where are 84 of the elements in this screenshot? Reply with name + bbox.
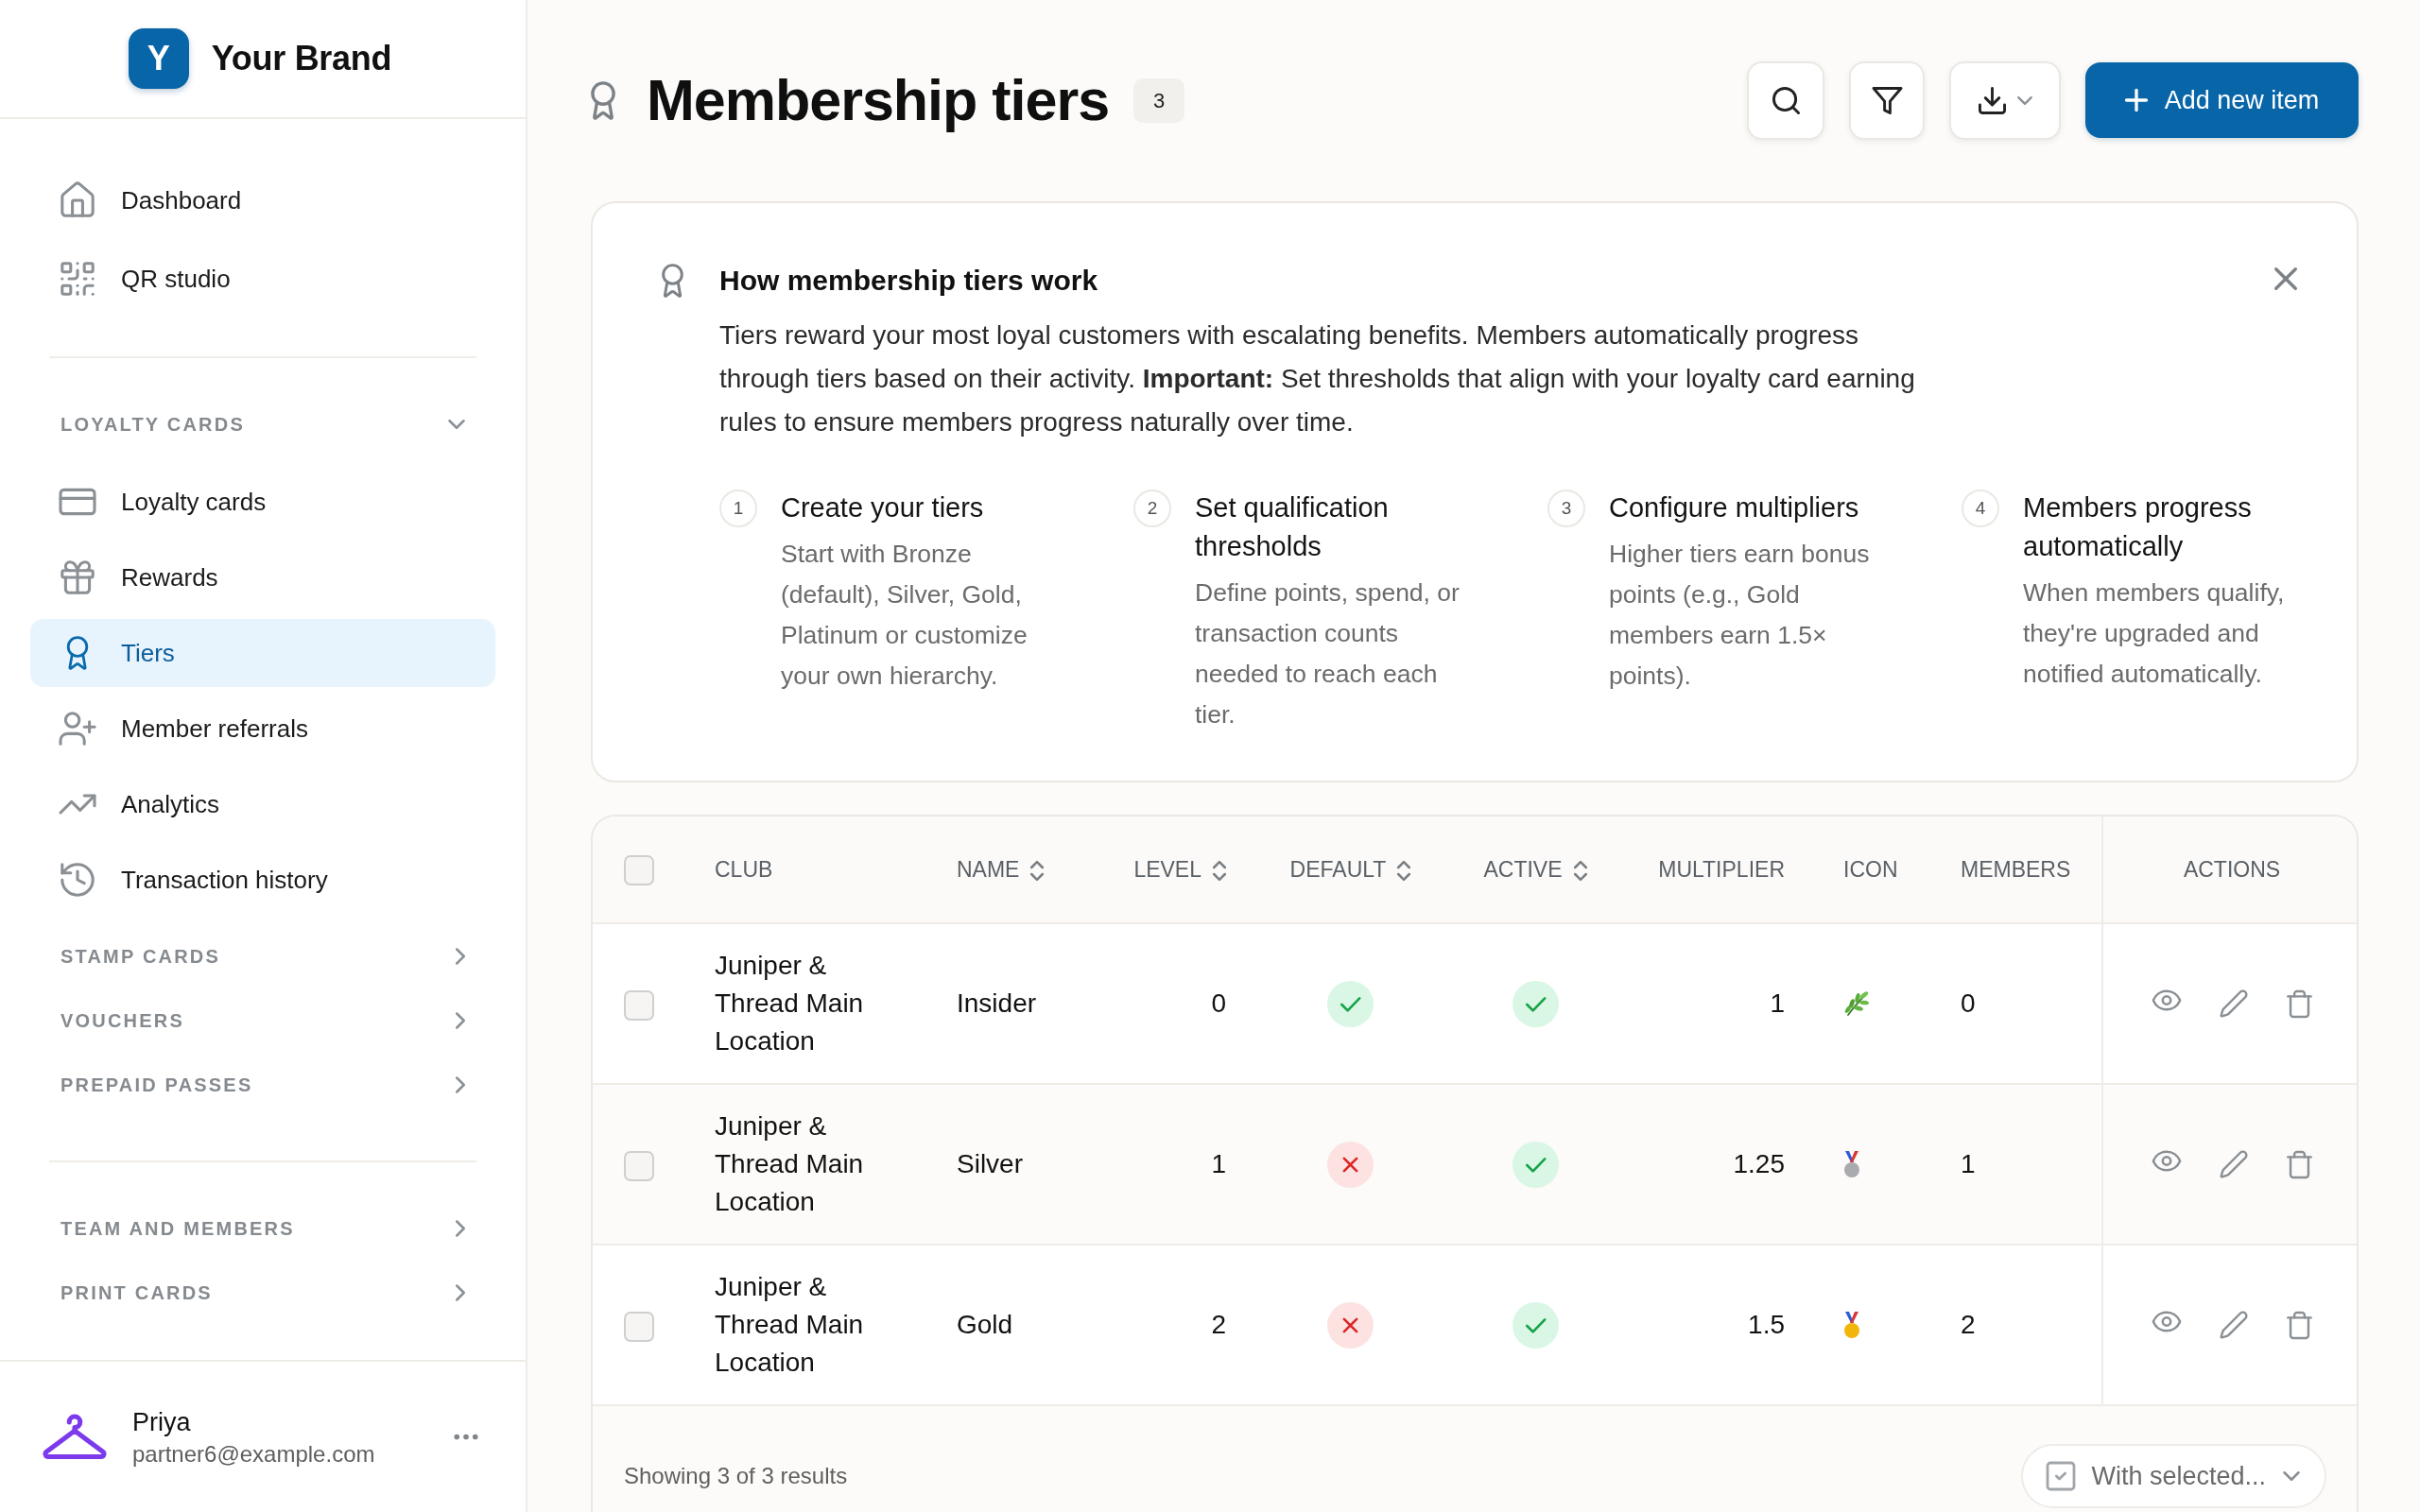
- step-number: 1: [719, 490, 757, 527]
- history-icon: [60, 863, 95, 897]
- results-summary: Showing 3 of 3 results: [624, 1462, 848, 1490]
- step-title: Create your tiers: [781, 491, 985, 524]
- step-title: Set qualification thresholds: [1195, 491, 1390, 563]
- pencil-icon: [2220, 1311, 2247, 1338]
- square-check-icon: [2048, 1463, 2075, 1489]
- caret-icon: [2283, 1471, 2300, 1481]
- trash-icon: [2286, 1150, 2312, 1178]
- herb-icon: [1843, 989, 1872, 1018]
- plus-icon: [2124, 89, 2148, 112]
- pencil-icon: [2220, 989, 2247, 1017]
- row-checkbox[interactable]: [624, 1150, 654, 1181]
- column-header: MEMBERS: [1930, 816, 2102, 923]
- info-title: How membership tiers work: [719, 264, 1098, 298]
- nav-item[interactable]: Tiers: [30, 619, 495, 687]
- caret-icon: [2016, 95, 2032, 105]
- section-header[interactable]: LOYALTY CARDS: [30, 392, 495, 456]
- search-icon: [1772, 86, 1800, 114]
- qr-code-icon: [60, 262, 95, 296]
- ellipsis-icon: [454, 1434, 478, 1440]
- column-header[interactable]: LEVEL: [1080, 816, 1256, 923]
- nav-item[interactable]: Dashboard: [30, 166, 495, 234]
- search-button[interactable]: [1747, 60, 1824, 140]
- table-cell: 1: [1930, 1084, 2102, 1245]
- filter-icon: [1873, 86, 1901, 114]
- step-number: 4: [1962, 490, 1999, 527]
- house-icon: [60, 183, 95, 217]
- filter-button[interactable]: [1849, 60, 1925, 140]
- section-header[interactable]: TEAM AND MEMBERS: [30, 1196, 495, 1261]
- trash-icon: [2286, 989, 2312, 1018]
- award-icon: [661, 264, 684, 298]
- step-description: Define points, spend, or transaction counts needed to reach each tier.: [1195, 577, 1461, 730]
- pencil-icon: [2220, 1150, 2247, 1177]
- export-button[interactable]: [1949, 60, 2061, 140]
- column-header: CLUB: [684, 816, 926, 923]
- step-title: Configure multipliers: [1609, 491, 1860, 524]
- section-header[interactable]: PREPAID PASSES: [30, 1053, 495, 1117]
- column-header[interactable]: ACTIVE: [1444, 816, 1626, 923]
- table-cell: Silver: [926, 1084, 1080, 1245]
- close-button[interactable]: [2274, 267, 2297, 290]
- nav-item[interactable]: Loyalty cards: [30, 468, 495, 536]
- eye-icon: [2152, 989, 2181, 1010]
- user-name: Priya: [132, 1406, 192, 1438]
- award-icon: [591, 80, 615, 120]
- table-cell: 1: [1080, 1084, 1256, 1245]
- count-badge: 3: [1133, 77, 1185, 123]
- row-checkbox[interactable]: [624, 989, 654, 1021]
- nav-item[interactable]: Member referrals: [30, 695, 495, 763]
- gift-icon: [60, 560, 95, 594]
- step-description: Start with Bronze (default), Silver, Gold, Platinum or customize your own hierarchy.: [781, 539, 1028, 692]
- step-description: Higher tiers earn bonus points (e.g., Gold members earn 1.5× points).: [1609, 539, 1871, 692]
- section-header[interactable]: PRINT CARDS: [30, 1261, 495, 1325]
- column-header[interactable]: NAME: [926, 816, 1080, 923]
- step-title: Members progress automatically: [2023, 491, 2253, 563]
- brand-logo: Y: [128, 28, 189, 89]
- nav-item[interactable]: Analytics: [30, 770, 495, 838]
- user-email: partner6@example.com: [132, 1439, 375, 1469]
- nav-item[interactable]: QR studio: [30, 245, 495, 313]
- select-all-checkbox[interactable]: [624, 855, 654, 886]
- trash-icon: [2286, 1311, 2312, 1339]
- info-text: Tiers reward your most loyal customers with escalating benefits. Members automatically progress through tiers based on their activity. Important: Set thresholds that align with your loyalty card earning rules to ensure members progress naturally over time.: [719, 319, 1916, 438]
- column-header[interactable]: DEFAULT: [1256, 816, 1444, 923]
- step-number: 2: [1133, 490, 1171, 527]
- step-description: When members qualify, they're upgraded and notified automatically.: [2023, 577, 2286, 690]
- close-icon: [2274, 267, 2297, 290]
- eye-icon: [2152, 1311, 2181, 1332]
- eye-icon: [2152, 1150, 2181, 1171]
- column-header: ACTIONS: [2102, 816, 2357, 923]
- download-icon: [1978, 86, 2006, 114]
- section-header[interactable]: VOUCHERS: [30, 988, 495, 1053]
- nav-item[interactable]: Transaction history: [30, 846, 495, 914]
- brand-name: Your Brand: [211, 38, 392, 79]
- column-header: ICON: [1815, 816, 1930, 923]
- nav-item[interactable]: Rewards: [30, 543, 495, 611]
- step-number: 3: [1547, 490, 1585, 527]
- bulk-action-dropdown[interactable]: With selected...: [2021, 1444, 2326, 1508]
- row-checkbox[interactable]: [624, 1311, 654, 1342]
- user-plus-icon: [60, 712, 95, 746]
- column-header: MULTIPLIER: [1626, 816, 1815, 923]
- add-button[interactable]: Add new item: [2085, 62, 2359, 138]
- table-cell: 1.25: [1626, 1084, 1815, 1245]
- table-cell: Juniper & Thread Main Location: [684, 1084, 926, 1245]
- section-header[interactable]: STAMP CARDS: [30, 924, 495, 988]
